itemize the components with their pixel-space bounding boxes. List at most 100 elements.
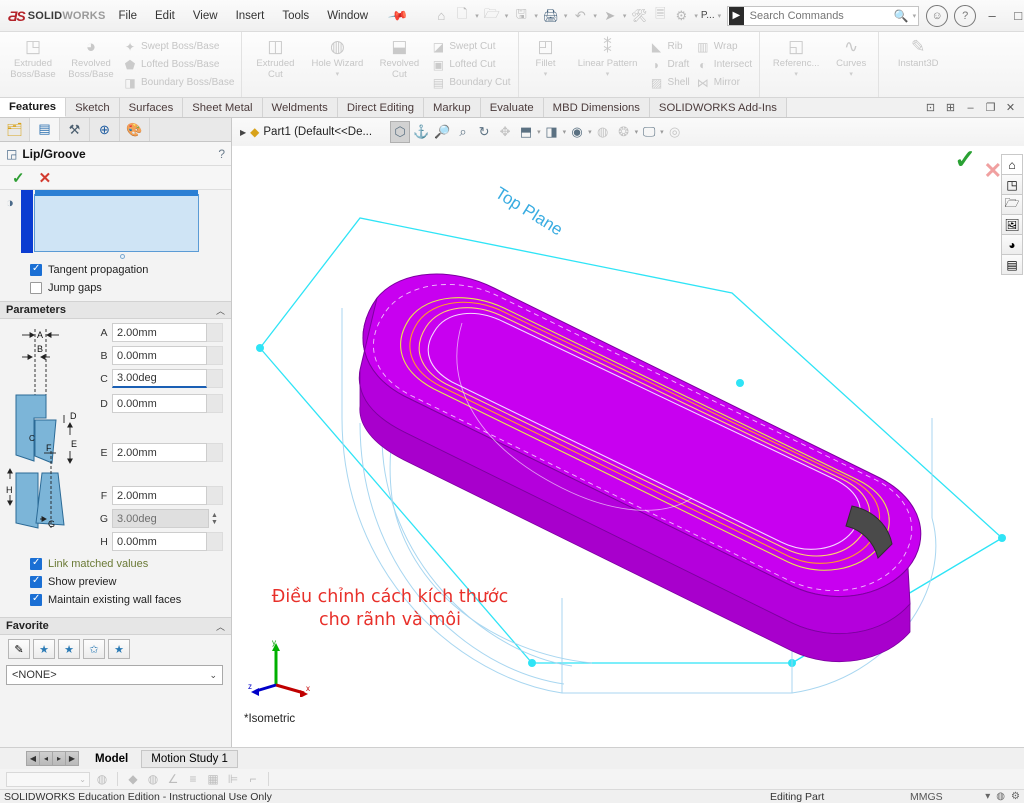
checkbox-input[interactable]	[30, 557, 42, 570]
property-manager-icon[interactable]: ▤	[30, 118, 60, 141]
favorite-section-header[interactable]: Favorite ︿	[0, 617, 231, 635]
draft-button[interactable]: ◗ Draft	[650, 56, 690, 74]
extruded-boss-base-button[interactable]: ◳ Extruded Boss/Base	[4, 34, 62, 95]
chevron-down-icon[interactable]: ▾	[621, 12, 629, 20]
intersect-button[interactable]: ◐ Intersect	[696, 56, 752, 74]
file-properties-icon[interactable]: 🗏	[650, 5, 670, 27]
param-input-f[interactable]: 2.00mm	[112, 486, 207, 505]
previous-icon[interactable]: ◂	[39, 751, 53, 766]
favorite-select[interactable]: <NONE> ⌄	[6, 665, 223, 685]
menu-view[interactable]: View	[184, 6, 227, 26]
filter-icon[interactable]: ◍	[94, 772, 110, 786]
minimize-document-icon[interactable]: –	[963, 102, 978, 114]
lofted-boss-base-button[interactable]: ⬟ Lofted Boss/Base	[123, 56, 234, 74]
restore-window-icon[interactable]: ❐	[983, 101, 998, 114]
restore-icon[interactable]: ⊞	[943, 101, 958, 114]
3d-model-viewport[interactable]: Top Plane	[232, 118, 1024, 747]
chevron-down-icon[interactable]: ▾	[849, 70, 853, 78]
menu-insert[interactable]: Insert	[227, 6, 274, 26]
spinner-up-icon[interactable]: ▲	[211, 512, 223, 519]
boundary-cut-button[interactable]: ▤ Boundary Cut	[431, 74, 511, 92]
curves-button[interactable]: ∿ Curves ▾	[828, 34, 874, 95]
tab-evaluate[interactable]: Evaluate	[480, 98, 544, 117]
cancel-button[interactable]: ✕	[39, 169, 52, 187]
chevron-down-icon[interactable]: ▾	[794, 70, 798, 78]
chevron-down-icon[interactable]: ▾	[336, 70, 340, 78]
units-indicator[interactable]: MMGS	[910, 791, 943, 803]
view-palette-icon[interactable]: 🖼	[1001, 214, 1023, 235]
overwrite-icon[interactable]: ◍	[996, 791, 1005, 802]
param-input-a[interactable]: 2.00mm	[112, 323, 207, 342]
tab-markup[interactable]: Markup	[424, 98, 481, 117]
tab-surfaces[interactable]: Surfaces	[119, 98, 184, 117]
linear-pattern-button[interactable]: ⁑ Linear Pattern ▾	[569, 34, 647, 95]
first-icon[interactable]: ◀	[26, 751, 40, 766]
reference-geometry-button[interactable]: ◱ Referenc... ▾	[764, 34, 828, 95]
mirror-button[interactable]: ⋈ Mirror	[696, 74, 752, 92]
checkbox-show-preview[interactable]: Show preview	[0, 573, 231, 591]
checkbox-jump-gaps[interactable]: Jump gaps	[0, 279, 231, 297]
tab-mbd-dimensions[interactable]: MBD Dimensions	[543, 98, 650, 117]
home-icon[interactable]: ⌂	[1001, 154, 1023, 175]
shaded-edges-icon[interactable]: ◍	[145, 772, 161, 786]
chevron-up-icon[interactable]: ︿	[216, 304, 225, 317]
chevron-down-icon[interactable]: ▾	[985, 791, 990, 802]
options-gear-icon[interactable]: ⚙	[671, 5, 691, 27]
menu-file[interactable]: File	[109, 6, 146, 26]
menu-tools[interactable]: Tools	[273, 6, 318, 26]
param-input-c[interactable]: 3.00deg	[112, 369, 207, 388]
swept-cut-button[interactable]: ◪ Swept Cut	[431, 38, 510, 56]
add-favorite-icon[interactable]: ★	[33, 639, 55, 659]
table-icon[interactable]: ▦	[205, 772, 221, 786]
display-manager-icon[interactable]: 🎨	[120, 118, 150, 141]
parameters-section-header[interactable]: Parameters ︿	[0, 301, 231, 319]
feature-manager-tree-icon[interactable]: 🗂	[0, 118, 30, 141]
select-cursor-icon[interactable]: ➤	[600, 5, 620, 27]
help-icon[interactable]: ?	[218, 147, 225, 161]
appearances-scenes-icon[interactable]: ◕	[1001, 234, 1023, 255]
param-input-d[interactable]: 0.00mm	[112, 394, 207, 413]
param-input-h[interactable]: 0.00mm	[112, 532, 207, 551]
help-icon[interactable]: ?	[954, 4, 977, 27]
file-explorer-icon[interactable]: 🗁	[1001, 194, 1023, 215]
save-favorite-icon[interactable]: ✩	[83, 639, 105, 659]
checkbox-input[interactable]	[30, 575, 42, 588]
tab-features[interactable]: Features	[0, 98, 67, 117]
user-account-icon[interactable]: ☺	[926, 4, 949, 27]
menu-edit[interactable]: Edit	[146, 6, 184, 26]
tab-solidworks-add-ins[interactable]: SOLIDWORKS Add-Ins	[649, 98, 787, 117]
lofted-cut-button[interactable]: ▣ Lofted Cut	[431, 56, 510, 74]
undo-icon[interactable]: ↶	[570, 5, 590, 27]
measure-icon[interactable]: ⊫	[225, 772, 241, 786]
chevron-down-icon[interactable]: ⌄	[209, 670, 217, 681]
checkbox-link-matched-values[interactable]: Link matched values	[0, 555, 231, 573]
checkbox-tangent-propagation[interactable]: Tangent propagation	[0, 261, 231, 279]
tab-sketch[interactable]: Sketch	[66, 98, 120, 117]
instant3d-button[interactable]: ✎ Instant3D	[883, 34, 953, 95]
save-icon[interactable]: 🖫	[511, 5, 531, 27]
configuration-manager-icon[interactable]: ⚒	[60, 118, 90, 141]
param-input-b[interactable]: 0.00mm	[112, 346, 207, 365]
chevron-down-icon[interactable]: ▾	[911, 12, 919, 20]
close-document-icon[interactable]: ✕	[1003, 101, 1018, 114]
pin-icon[interactable]: 📌	[377, 4, 415, 28]
search-commands-box[interactable]: ▶ 🔍 ▾	[727, 5, 920, 26]
checkbox-input[interactable]	[30, 263, 42, 276]
options-icon[interactable]: ⚙	[1011, 791, 1020, 802]
confirm-cancel-icon[interactable]: ✕	[984, 158, 1002, 184]
rib-button[interactable]: ◣ Rib	[650, 38, 690, 56]
chevron-down-icon[interactable]: ▾	[606, 70, 610, 78]
chevron-down-icon[interactable]: ▾	[532, 12, 540, 20]
quick-access-overflow[interactable]: P...	[701, 5, 715, 27]
selection-listbox[interactable]	[21, 190, 199, 253]
delete-favorite-icon[interactable]: ★	[58, 639, 80, 659]
extruded-cut-button[interactable]: ◫ Extruded Cut	[246, 34, 304, 95]
boundary-boss-base-button[interactable]: ◨ Boundary Boss/Base	[123, 74, 234, 92]
custom-properties-icon[interactable]: ▤	[1001, 254, 1023, 275]
new-document-icon[interactable]: 🗋	[452, 5, 472, 27]
search-input[interactable]	[744, 9, 892, 22]
design-library-icon[interactable]: ◳	[1001, 174, 1023, 195]
checkbox-input[interactable]	[30, 282, 42, 294]
list-icon[interactable]: ≡	[185, 772, 201, 786]
checkbox-input[interactable]	[30, 593, 42, 606]
